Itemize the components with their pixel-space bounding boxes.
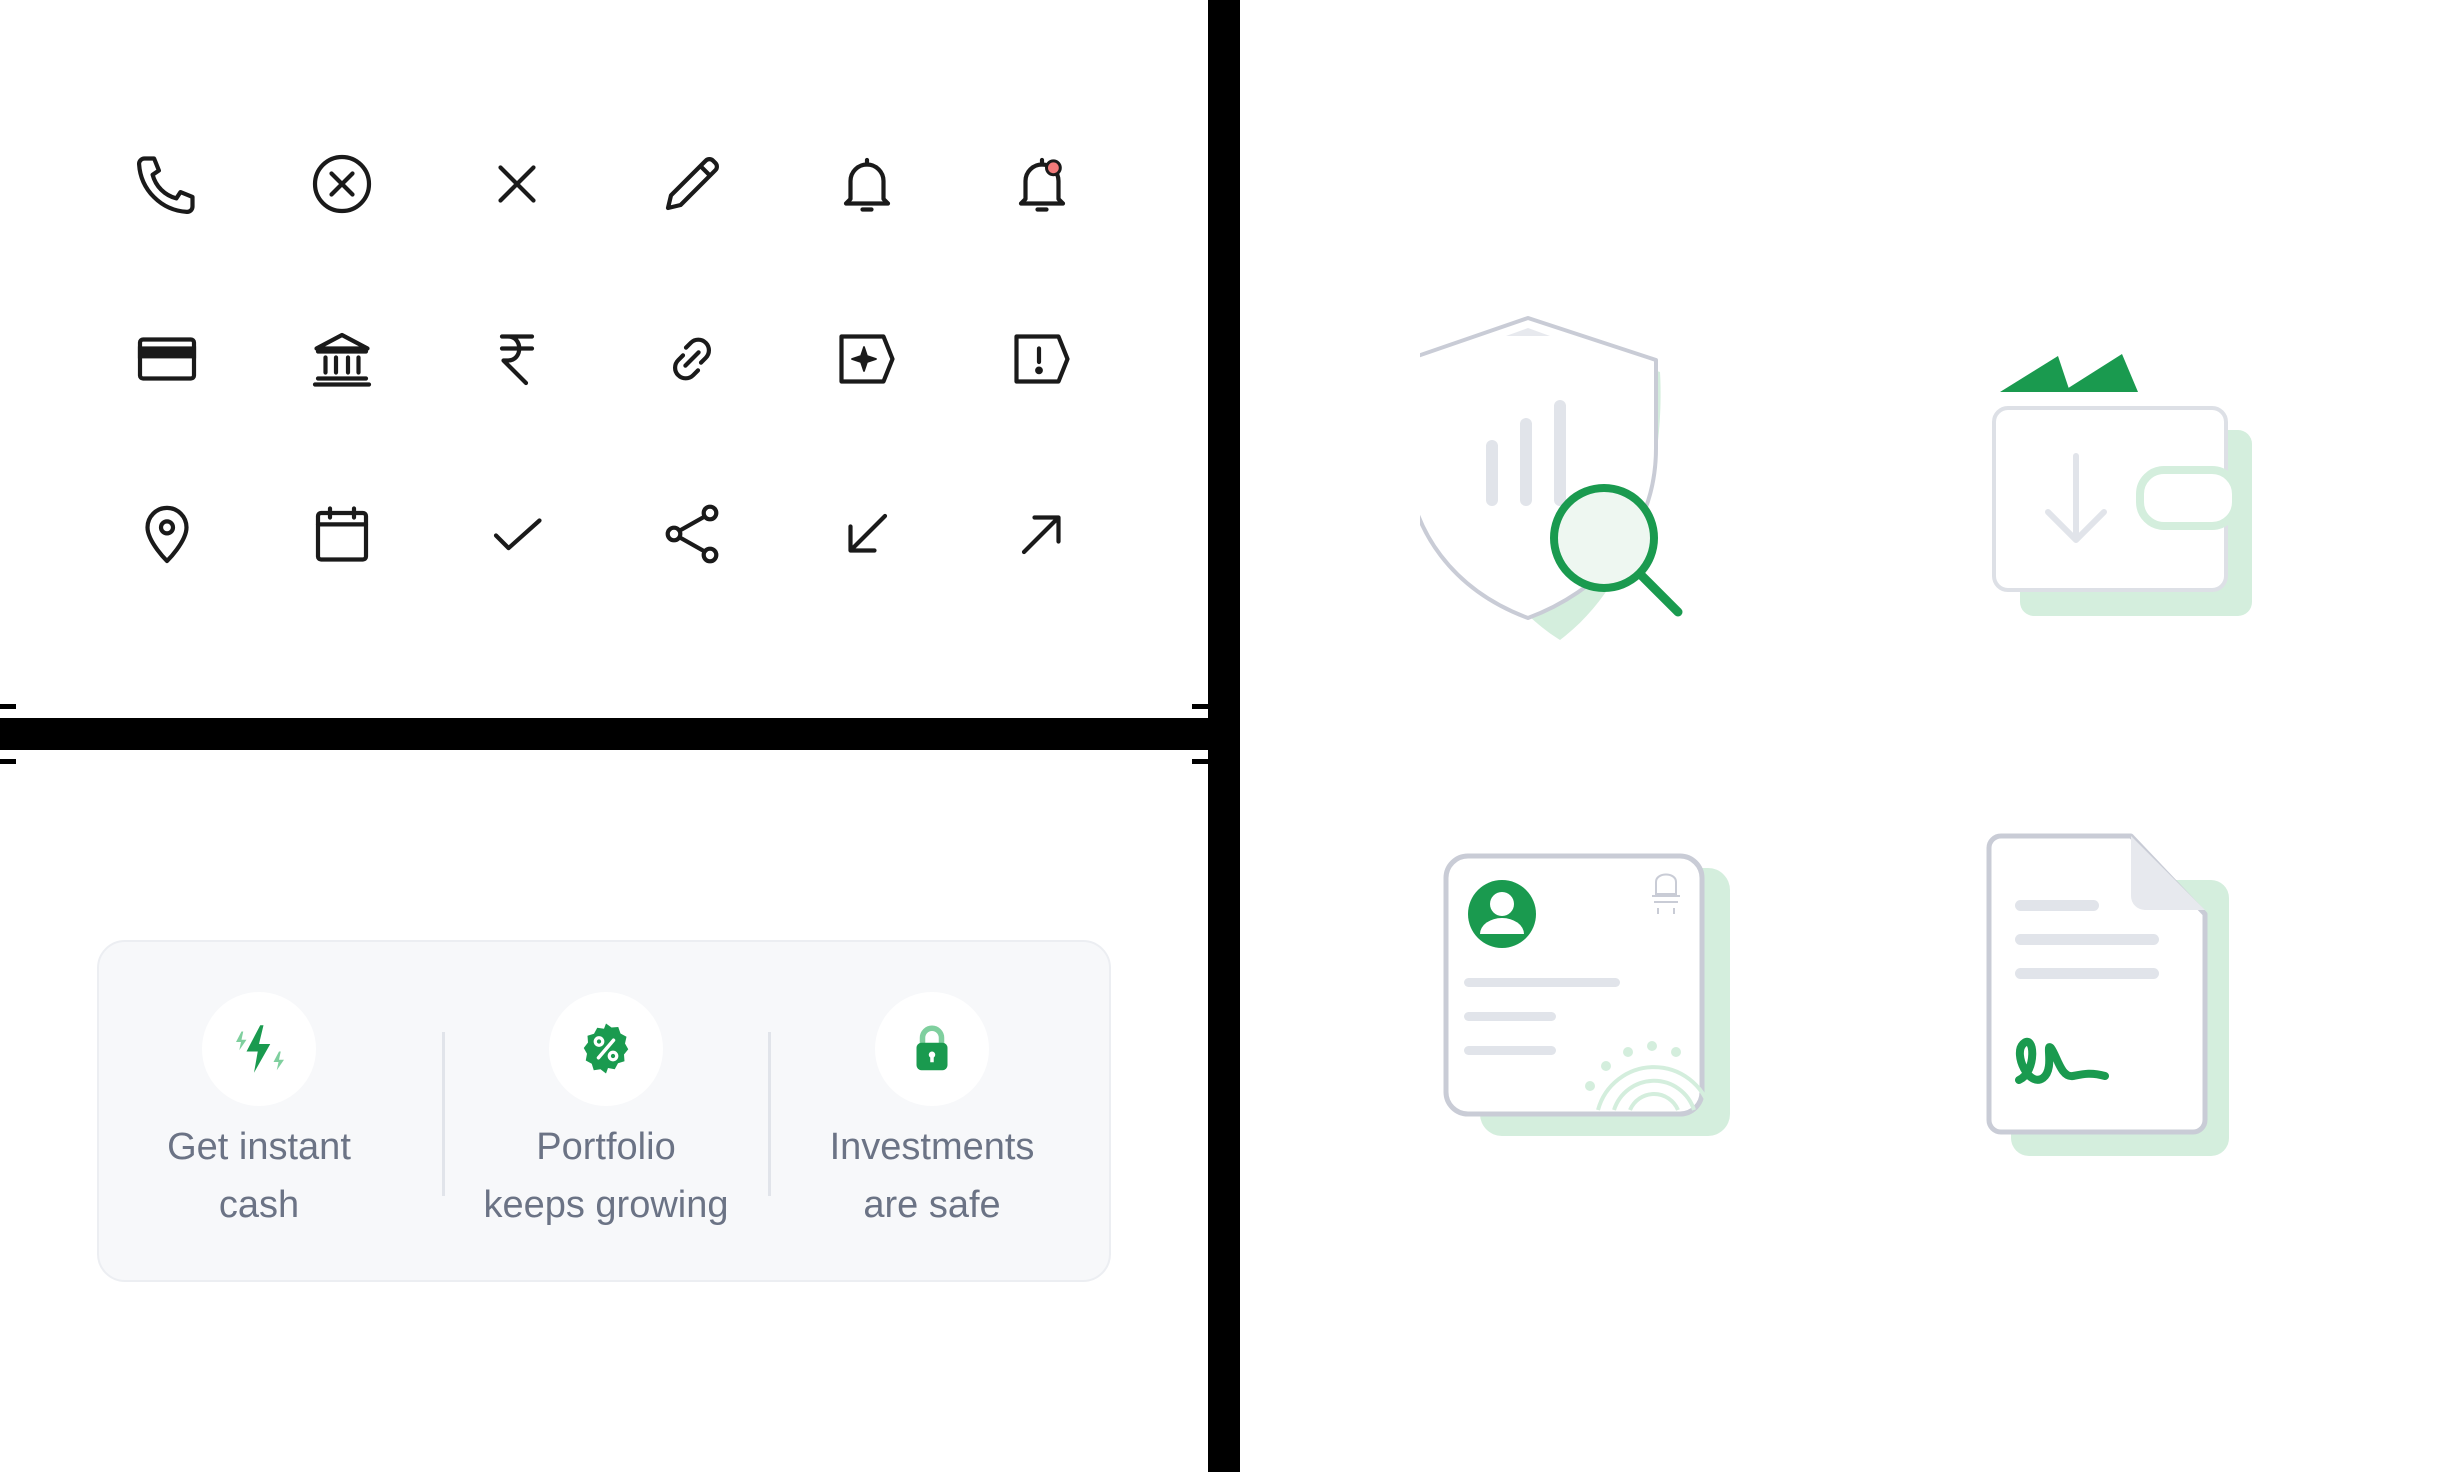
features-card: Get instant cash Portfolio keeps growing bbox=[97, 940, 1111, 1282]
close-icon bbox=[472, 139, 562, 229]
lock-icon bbox=[916, 1025, 948, 1071]
frame-tick bbox=[1192, 759, 1208, 764]
feature-divider bbox=[768, 1032, 771, 1196]
features-panel: Get instant cash Portfolio keeps growing bbox=[0, 750, 1208, 1472]
frame-tick bbox=[0, 704, 16, 709]
arrow-down-left-icon bbox=[822, 489, 912, 579]
frame-tick bbox=[0, 759, 16, 764]
sparkle-tag-icon bbox=[822, 314, 912, 404]
feature-label: Get instant cash bbox=[167, 1126, 351, 1226]
signed-document-illustration bbox=[1986, 833, 2229, 1156]
bank-icon bbox=[297, 314, 387, 404]
close-circle-icon bbox=[297, 139, 387, 229]
feature-label: Portfolio keeps growing bbox=[483, 1126, 729, 1226]
credit-card-icon bbox=[122, 314, 212, 404]
arrow-up-right-icon bbox=[997, 489, 1087, 579]
percent-badge-icon bbox=[583, 1023, 629, 1074]
bell-icon bbox=[822, 139, 912, 229]
check-icon bbox=[472, 489, 562, 579]
alert-tag-icon bbox=[997, 314, 1087, 404]
frame-tick bbox=[1192, 704, 1208, 709]
feature-badge bbox=[549, 992, 663, 1106]
rupee-icon bbox=[472, 314, 562, 404]
wallet-download-illustration bbox=[1992, 354, 2252, 616]
pencil-icon bbox=[647, 139, 737, 229]
share-icon bbox=[647, 489, 737, 579]
icon-set-panel bbox=[0, 0, 1208, 718]
calendar-icon bbox=[297, 489, 387, 579]
id-card-illustration bbox=[1443, 853, 1730, 1136]
feature-divider bbox=[442, 1032, 445, 1196]
feature-safe-investments: Investments are safe bbox=[772, 942, 1092, 1284]
link-icon bbox=[647, 314, 737, 404]
feature-badge bbox=[202, 992, 316, 1106]
shield-search-illustration bbox=[1420, 316, 1683, 640]
bell-notification-icon bbox=[997, 139, 1087, 229]
feature-badge bbox=[875, 992, 989, 1106]
feature-instant-cash: Get instant cash bbox=[99, 942, 419, 1284]
location-pin-icon bbox=[122, 489, 212, 579]
phone-icon bbox=[122, 139, 212, 229]
illustrations-panel bbox=[1240, 0, 2448, 1472]
lightning-icon bbox=[236, 1025, 284, 1073]
feature-portfolio-growth: Portfolio keeps growing bbox=[446, 942, 766, 1284]
feature-label: Investments are safe bbox=[829, 1126, 1035, 1226]
